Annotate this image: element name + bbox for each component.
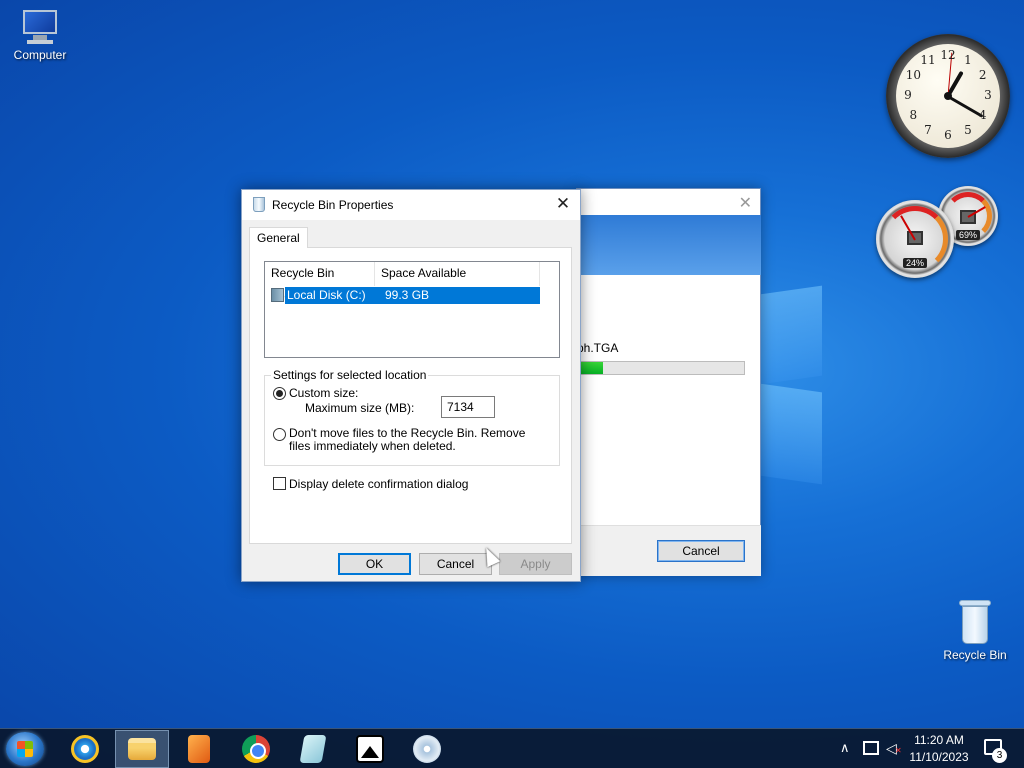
memory-percent: 69% [955,230,981,240]
clock-time: 11:20 AM [914,733,964,747]
clock-numeral: 7 [924,122,932,137]
clock-numeral: 10 [905,68,921,82]
confirm-dialog-checkbox[interactable] [273,477,286,490]
clock-numeral: 3 [984,88,992,102]
space-available: 99.3 GB [379,287,540,304]
taskbar: ∧ ◁ 11:20 AM 11/10/2023 3 [0,728,1024,768]
general-tab-panel: Recycle Bin Location Space Available Loc… [249,247,572,544]
taskbar-app-chrome[interactable] [229,730,283,768]
taskbar-app-media-player[interactable] [172,730,226,768]
location-list[interactable]: Recycle Bin Location Space Available Loc… [264,261,560,358]
max-size-label: Maximum size (MB): [305,401,415,415]
computer-icon [19,8,61,44]
clock-date: 11/10/2023 [909,750,969,764]
desktop-icon-recycle-bin[interactable]: Recycle Bin [936,600,1014,662]
no-move-label[interactable]: Don't move files to the Recycle Bin. Rem… [289,427,549,453]
copy-progress-fill [578,362,603,374]
hard-drive-icon [271,288,284,302]
column-header-location[interactable]: Recycle Bin Location [265,262,375,303]
copy-progress-bar [577,361,745,375]
cancel-operation-button[interactable]: Cancel [657,540,745,562]
clock-pin [944,92,952,100]
dialog-title: Recycle Bin Properties [272,198,394,212]
file-explorer-icon [128,738,156,760]
clock-gadget[interactable]: 12 1 2 3 4 5 6 7 8 9 10 11 [886,34,1010,158]
current-filename: ph.TGA [577,341,619,355]
custom-size-label[interactable]: Custom size: [289,386,358,400]
taskbar-app-notepad[interactable] [286,730,340,768]
internet-explorer-icon [71,735,99,763]
desktop-icon-label: Computer [13,48,67,62]
close-icon[interactable]: ✕ [739,193,752,213]
file-operation-window: ✕ ph.TGA Cancel [576,188,761,576]
recycle-bin-icon [253,197,265,212]
dvd-maker-icon [413,735,441,763]
clock-numeral: 11 [920,53,936,68]
photos-icon [356,735,384,763]
taskbar-app-internet-explorer[interactable] [58,730,112,768]
window-footer: Cancel [577,525,761,576]
cpu-percent: 24% [902,258,928,268]
windows-logo-pane [760,383,822,485]
progress-banner [577,215,761,275]
clock-face: 12 1 2 3 4 5 6 7 8 9 10 11 [896,44,1000,148]
recycle-bin-properties-dialog: Recycle Bin Properties ✕ General Recycle… [241,189,581,582]
taskbar-app-photos[interactable] [343,730,397,768]
column-header-space[interactable]: Space Available [375,262,540,286]
volume-muted-icon[interactable]: ◁ [886,740,901,757]
confirm-dialog-label[interactable]: Display delete confirmation dialog [289,477,468,491]
clock-numeral: 9 [904,88,912,102]
desktop-icon-computer[interactable]: Computer [1,8,79,62]
settings-group: Settings for selected location Custom si… [264,368,560,466]
list-item[interactable]: Local Disk (C:) 99.3 GB [270,287,540,304]
tab-general[interactable]: General [249,227,308,248]
desktop-icon-label: Recycle Bin [943,648,1007,662]
cancel-button[interactable]: Cancel [419,553,492,575]
chrome-icon [242,735,270,763]
media-player-icon [188,735,210,763]
clock-numeral: 2 [978,68,987,82]
clock-numeral: 5 [964,122,972,137]
windows-logo-pane [760,285,822,385]
cpu-gauge[interactable]: 24% [876,200,954,278]
apply-button[interactable]: Apply [499,553,572,575]
recycle-bin-icon [958,600,992,644]
taskbar-app-dvd-maker[interactable] [400,730,454,768]
chevron-up-icon[interactable]: ∧ [840,740,850,756]
clock-numeral: 6 [944,128,952,142]
clock-numeral: 1 [964,53,972,68]
close-icon[interactable]: ✕ [552,193,574,215]
group-title: Settings for selected location [271,368,429,382]
location-name: Local Disk (C:) [285,287,379,304]
clock-numeral: 8 [909,108,918,122]
dialog-titlebar[interactable]: Recycle Bin Properties ✕ [242,190,580,220]
windows-flag-icon [17,741,33,757]
system-clock[interactable]: 11:20 AM 11/10/2023 [906,732,972,766]
no-move-radio[interactable] [273,428,286,441]
max-size-input[interactable] [441,396,495,418]
clock-numeral: 4 [978,108,987,122]
taskbar-app-file-explorer[interactable] [115,730,169,768]
start-button[interactable] [6,732,44,766]
notification-count-badge: 3 [992,748,1007,763]
custom-size-radio[interactable] [273,387,286,400]
ok-button[interactable]: OK [338,553,411,575]
clock-numeral: 12 [940,48,956,62]
network-icon[interactable] [863,741,879,755]
notepad-icon [299,735,327,763]
